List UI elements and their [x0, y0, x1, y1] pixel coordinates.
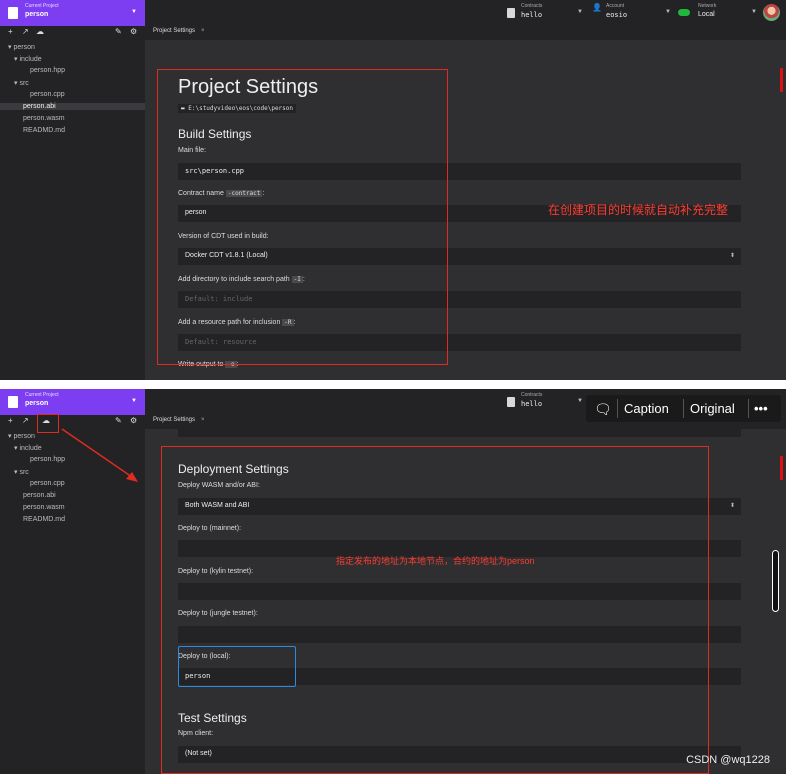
contracts-caption: Contracts	[521, 392, 543, 398]
chevron-down-icon: ▼	[131, 398, 137, 404]
plus-icon[interactable]: +	[8, 416, 13, 425]
caption-button[interactable]: Caption	[624, 401, 669, 416]
chevron-down-icon: ▼	[577, 398, 583, 404]
deploy-icon[interactable]: ☁	[36, 27, 44, 36]
tree-file-person-abi[interactable]: person.abi	[0, 103, 145, 110]
tree-folder-src[interactable]: ▾ src	[14, 79, 29, 87]
network-toggle[interactable]	[678, 9, 690, 16]
select-arrow-icon: ⬍	[729, 253, 735, 259]
tree-file-person-hpp[interactable]: person.hpp	[30, 67, 65, 74]
annotation-box-deploy-icon	[37, 414, 59, 433]
select-arrow-icon: ⬍	[729, 503, 735, 509]
contracts-value: hello	[521, 11, 543, 19]
media-overlay-toolbar: 🗨 Caption Original •••	[586, 395, 781, 422]
top-toolbar: Contracts hello ▼ 👤 Account eosio ▼ Netw…	[145, 0, 786, 26]
close-icon[interactable]: ×	[201, 28, 205, 34]
project-name: person	[25, 11, 49, 18]
tree-folder-person[interactable]: ▾ person	[8, 432, 35, 440]
project-caption: Current Project	[25, 3, 59, 9]
project-selector[interactable]: Current Project person ▼	[0, 389, 145, 415]
annotation-text: 在创建项目的时候就自动补充完整	[548, 203, 729, 217]
overlay-scroll-handle[interactable]	[772, 550, 779, 612]
document-icon	[8, 396, 18, 408]
contracts-selector[interactable]: Contracts hello ▼	[507, 389, 587, 415]
chevron-down-icon: ▼	[665, 9, 671, 15]
annotation-box	[157, 69, 448, 365]
divider	[683, 399, 684, 418]
divider	[617, 399, 618, 418]
tab-bar: Project Settings ×	[145, 26, 786, 40]
tree-file-person-wasm[interactable]: person.wasm	[23, 504, 65, 511]
project-caption: Current Project	[25, 392, 59, 398]
tree-folder-include[interactable]: ▾ include	[14, 444, 42, 452]
project-selector[interactable]: Current Project person ▼	[0, 0, 145, 26]
scrollbar-thumb[interactable]	[780, 456, 783, 480]
tree-file-readme[interactable]: READMD.md	[23, 516, 65, 523]
hammer-icon[interactable]: ↗	[22, 416, 29, 425]
gear-icon[interactable]: ⚙	[130, 416, 137, 425]
network-caption: Network	[698, 3, 717, 9]
document-icon	[8, 7, 18, 19]
contracts-caption: Contracts	[521, 3, 543, 9]
chevron-down-icon: ▼	[751, 9, 757, 15]
highlight-box-local	[178, 646, 296, 687]
tree-file-person-wasm[interactable]: person.wasm	[23, 115, 65, 122]
file-icon	[507, 8, 515, 18]
file-icon	[507, 397, 515, 407]
contracts-selector[interactable]: Contracts hello ▼	[507, 0, 587, 26]
more-icon[interactable]: •••	[754, 401, 768, 416]
divider	[748, 399, 749, 418]
tree-folder-person[interactable]: ▾ person	[8, 43, 35, 51]
pen-icon[interactable]: ✎	[115, 416, 122, 425]
tree-file-person-abi[interactable]: person.abi	[23, 492, 56, 499]
network-selector[interactable]: Network Local ▼	[678, 0, 758, 26]
contracts-value: hello	[521, 400, 543, 408]
project-name: person	[25, 400, 49, 407]
screenshot-top: Current Project person ▼ Contracts hello…	[0, 0, 786, 380]
original-button[interactable]: Original	[690, 401, 735, 416]
hammer-icon[interactable]: ↗	[22, 27, 29, 36]
gear-icon[interactable]: ⚙	[130, 27, 137, 36]
screenshot-bottom: Current Project person ▼ Contracts hello…	[0, 389, 786, 774]
tab-project-settings[interactable]: Project Settings ×	[153, 28, 205, 34]
annotation-text: 指定发布的地址为本地节点，合约的地址为person	[336, 556, 535, 566]
annotation-box	[161, 446, 709, 774]
scrollbar-thumb[interactable]	[780, 68, 783, 92]
previous-field[interactable]	[178, 423, 741, 437]
chevron-down-icon: ▼	[577, 9, 583, 15]
tree-file-person-cpp[interactable]: person.cpp	[30, 91, 65, 98]
comment-icon[interactable]: 🗨	[594, 401, 612, 418]
watermark: CSDN @wq1228	[686, 754, 770, 766]
chevron-down-icon: ▼	[131, 9, 137, 15]
annotation-arrow	[61, 428, 138, 482]
user-icon: 👤	[592, 3, 602, 12]
plus-icon[interactable]: +	[8, 27, 13, 36]
avatar[interactable]	[763, 4, 780, 21]
tree-file-readme[interactable]: READMD.md	[23, 127, 65, 134]
tree-folder-src[interactable]: ▾ src	[14, 468, 29, 476]
tree-folder-include[interactable]: ▾ include	[14, 55, 42, 63]
sidebar-toolbar: + ↗ ☁ ✎ ⚙	[0, 26, 145, 39]
pen-icon[interactable]: ✎	[115, 27, 122, 36]
account-selector[interactable]: 👤 Account eosio ▼	[592, 0, 677, 26]
account-caption: Account	[606, 3, 625, 9]
file-sidebar: + ↗ ☁ ✎ ⚙ ▾ person ▾ include person.hpp …	[0, 26, 145, 380]
network-value: Local	[698, 11, 715, 18]
account-value: eosio	[606, 11, 628, 19]
